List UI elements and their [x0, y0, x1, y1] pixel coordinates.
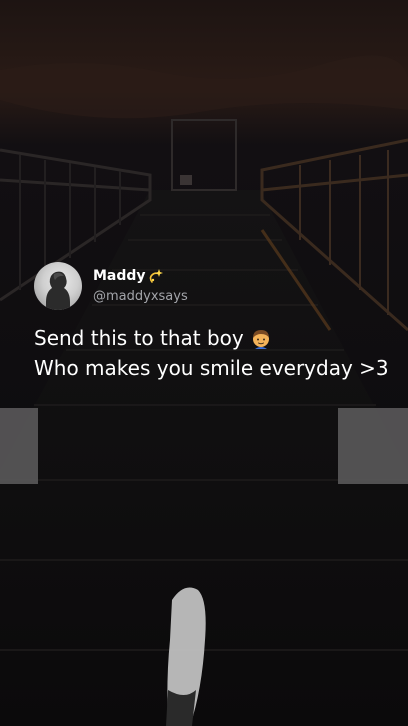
- tweet-line-1: Send this to that boy: [34, 323, 394, 353]
- profile-avatar[interactable]: [34, 262, 82, 310]
- tweet-line-2: Who makes you smile everyday >3: [34, 353, 394, 383]
- display-name-row: Maddy: [93, 267, 188, 285]
- tweet-author-row: Maddy @maddyxsays: [34, 262, 394, 310]
- author-meta: Maddy @maddyxsays: [93, 267, 188, 306]
- tweet-text: Send this to that boy Who makes you smil…: [34, 323, 394, 383]
- dizzy-sparkle-icon: [148, 268, 164, 284]
- user-handle[interactable]: @maddyxsays: [93, 288, 188, 306]
- tweet-text-line-1: Send this to that boy: [34, 326, 244, 350]
- tweet-text-line-2: Who makes you smile everyday >3: [34, 356, 389, 380]
- tweet-card: Maddy @maddyxsays Send this to that boy: [34, 262, 394, 383]
- avatar-silhouette-icon: [46, 271, 70, 310]
- boy-emoji-icon: [250, 327, 272, 349]
- display-name[interactable]: Maddy: [93, 267, 146, 285]
